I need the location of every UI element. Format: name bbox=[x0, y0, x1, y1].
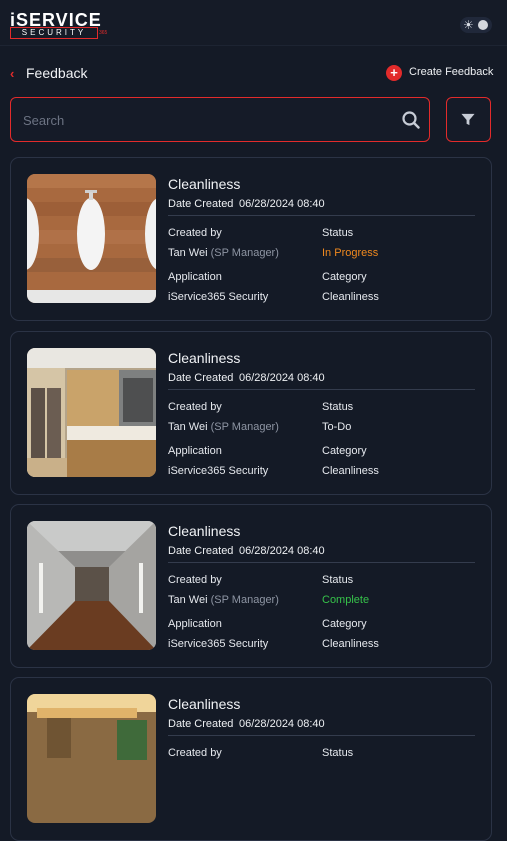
date-created-label: Date Created bbox=[168, 198, 234, 210]
creator-role: (SP Manager) bbox=[210, 247, 279, 259]
created-by-value: Tan Wei (SP Manager) bbox=[168, 247, 279, 259]
date-created-value: 06/28/2024 08:40 bbox=[239, 545, 325, 557]
application-label: Application bbox=[168, 618, 222, 630]
date-created-value: 06/28/2024 08:40 bbox=[239, 198, 325, 210]
status-value: Complete bbox=[322, 594, 370, 606]
category-label: Category bbox=[322, 445, 367, 457]
create-feedback-label: Create Feedback bbox=[409, 66, 494, 78]
thumbnail-image bbox=[27, 694, 156, 823]
chevron-left-icon[interactable]: ‹ bbox=[10, 66, 14, 81]
created-by-label: Created by bbox=[168, 401, 222, 413]
sun-icon: ☀ bbox=[463, 18, 474, 32]
plus-circle-icon: + bbox=[386, 65, 402, 81]
feedback-card[interactable]: Cleanliness Date Created 06/28/2024 08:4… bbox=[10, 677, 492, 841]
created-by-value: Tan Wei (SP Manager) bbox=[168, 594, 279, 606]
app-logo: iSERVICE SECURITY 365 bbox=[10, 10, 110, 39]
page-header: ‹ Feedback + Create Feedback bbox=[0, 55, 507, 89]
status-label: Status bbox=[322, 747, 354, 759]
logo-subtitle: SECURITY bbox=[10, 27, 98, 39]
search-input[interactable] bbox=[21, 108, 385, 132]
divider bbox=[168, 735, 475, 736]
date-created-label: Date Created bbox=[168, 545, 234, 557]
feedback-card[interactable]: Cleanliness Date Created 06/28/2024 08:4… bbox=[10, 157, 492, 321]
date-created-label: Date Created bbox=[168, 372, 234, 384]
divider bbox=[168, 215, 475, 216]
page-title: Feedback bbox=[26, 65, 88, 81]
category-label: Category bbox=[322, 271, 367, 283]
top-bar: iSERVICE SECURITY 365 ☀ bbox=[0, 0, 507, 46]
application-label: Application bbox=[168, 445, 222, 457]
filter-icon bbox=[461, 113, 475, 126]
created-by-label: Created by bbox=[168, 227, 222, 239]
application-label: Application bbox=[168, 271, 222, 283]
divider bbox=[168, 389, 475, 390]
creator-name: Tan Wei bbox=[168, 594, 208, 606]
card-title: Cleanliness bbox=[168, 696, 241, 712]
card-title: Cleanliness bbox=[168, 350, 241, 366]
date-created-label: Date Created bbox=[168, 718, 234, 730]
application-value: iService365 Security bbox=[168, 291, 269, 303]
created-by-label: Created by bbox=[168, 574, 222, 586]
category-value: Cleanliness bbox=[322, 638, 379, 650]
creator-name: Tan Wei bbox=[168, 421, 208, 433]
thumbnail-image bbox=[27, 521, 156, 650]
date-created-value: 06/28/2024 08:40 bbox=[239, 372, 325, 384]
status-value: To-Do bbox=[322, 421, 352, 433]
status-label: Status bbox=[322, 401, 354, 413]
category-value: Cleanliness bbox=[322, 291, 379, 303]
date-created-value: 06/28/2024 08:40 bbox=[239, 718, 325, 730]
search-box bbox=[10, 97, 430, 142]
card-title: Cleanliness bbox=[168, 523, 241, 539]
toggle-knob bbox=[478, 20, 488, 30]
card-title: Cleanliness bbox=[168, 176, 241, 192]
feedback-card[interactable]: Cleanliness Date Created 06/28/2024 08:4… bbox=[10, 331, 492, 495]
creator-role: (SP Manager) bbox=[210, 594, 279, 606]
category-label: Category bbox=[322, 618, 367, 630]
search-icon[interactable] bbox=[402, 111, 420, 129]
theme-toggle[interactable]: ☀ bbox=[460, 17, 492, 33]
divider bbox=[168, 562, 475, 563]
status-label: Status bbox=[322, 574, 354, 586]
category-value: Cleanliness bbox=[322, 465, 379, 477]
status-value: In Progress bbox=[322, 247, 379, 259]
thumbnail-image bbox=[27, 348, 156, 477]
creator-role: (SP Manager) bbox=[210, 421, 279, 433]
created-by-label: Created by bbox=[168, 747, 222, 759]
application-value: iService365 Security bbox=[168, 638, 269, 650]
created-by-value: Tan Wei (SP Manager) bbox=[168, 421, 279, 433]
creator-name: Tan Wei bbox=[168, 247, 208, 259]
status-label: Status bbox=[322, 227, 354, 239]
logo-tag: 365 bbox=[99, 30, 108, 36]
application-value: iService365 Security bbox=[168, 465, 269, 477]
filter-button[interactable] bbox=[446, 97, 491, 142]
thumbnail-image bbox=[27, 174, 156, 303]
feedback-card[interactable]: Cleanliness Date Created 06/28/2024 08:4… bbox=[10, 504, 492, 668]
